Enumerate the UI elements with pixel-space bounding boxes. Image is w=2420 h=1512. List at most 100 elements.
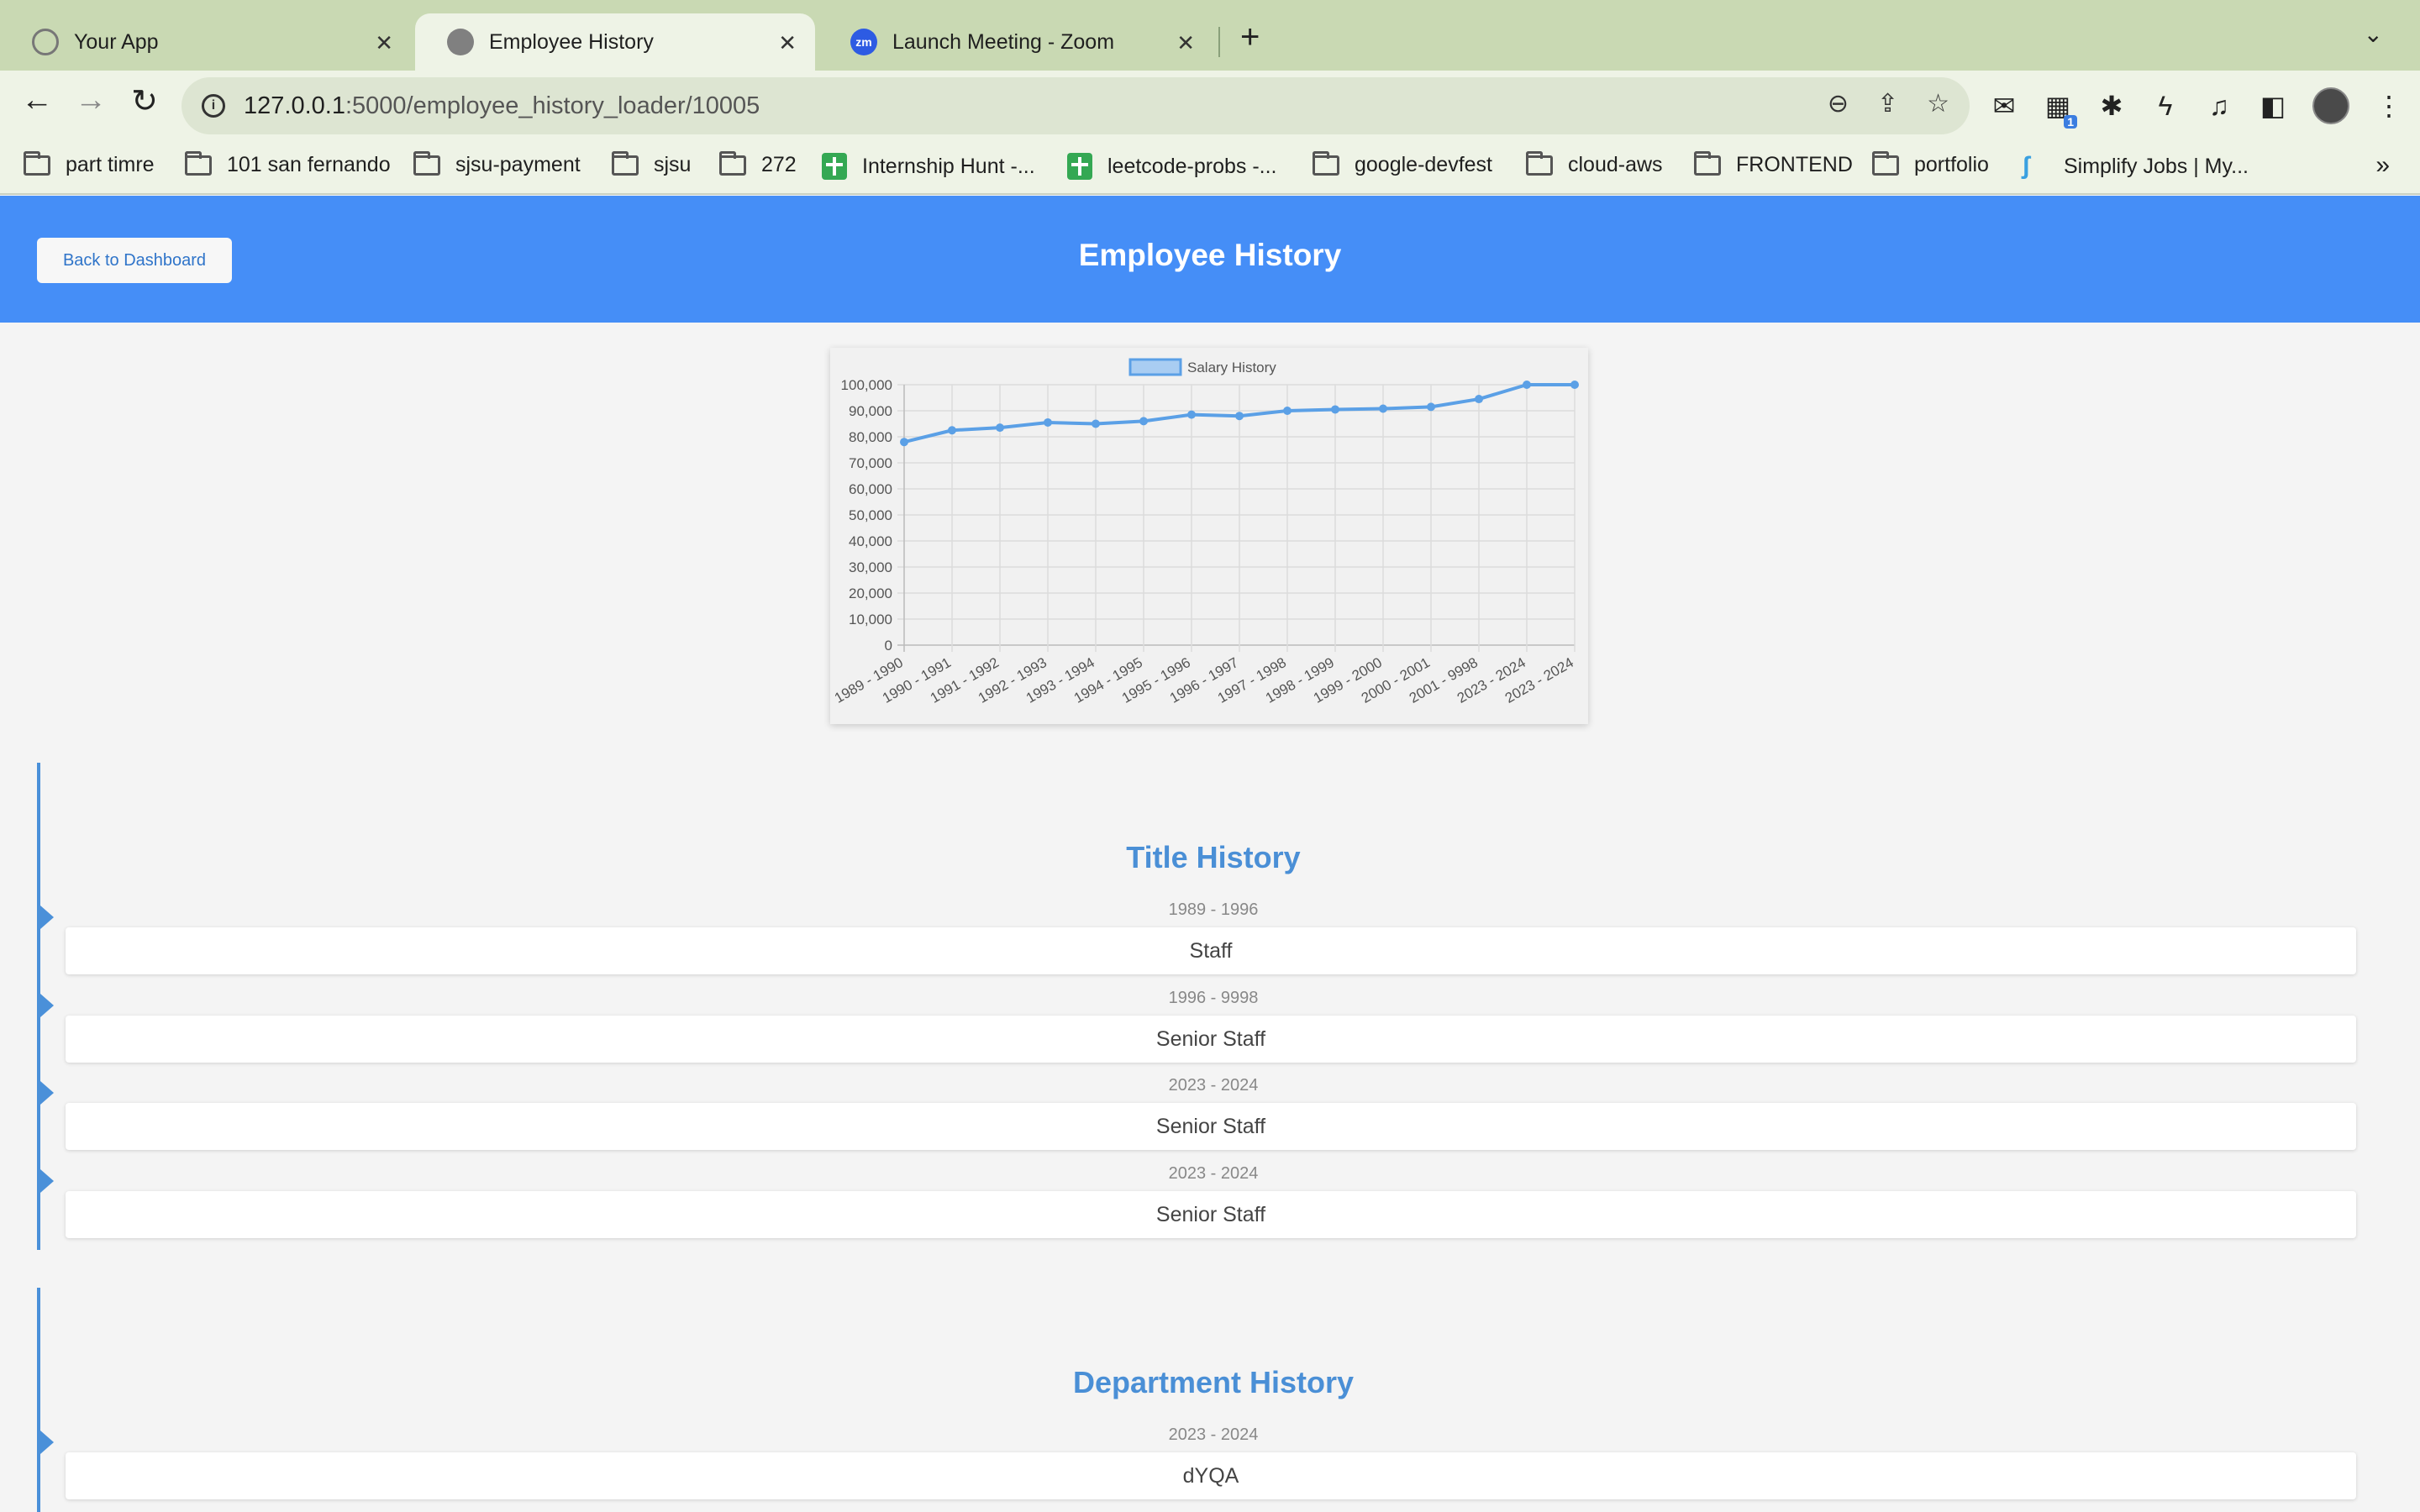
sheets-icon bbox=[1067, 153, 1092, 180]
data-point bbox=[1139, 417, 1148, 426]
timeline-marker bbox=[40, 906, 54, 929]
reload-icon[interactable]: ↻ bbox=[121, 82, 168, 120]
extension-icons: ✉ ▦ 1 ✱ ϟ ♫ ◧ ⋮ bbox=[1990, 87, 2403, 129]
profile-avatar[interactable] bbox=[2312, 87, 2349, 124]
url-path: :5000/employee_history_loader/10005 bbox=[345, 92, 760, 119]
folder-icon bbox=[612, 150, 639, 176]
timeline-marker bbox=[40, 1169, 54, 1193]
bookmark-label: portfolio bbox=[1914, 153, 1989, 176]
timeline-marker bbox=[40, 1431, 54, 1454]
data-point bbox=[1235, 412, 1244, 421]
bookmark-item[interactable]: part timre bbox=[24, 150, 155, 177]
new-tab-plus-icon[interactable]: + bbox=[1240, 18, 1260, 56]
site-info-icon[interactable]: i bbox=[202, 94, 225, 118]
bookmark-item[interactable]: leetcode-probs -... bbox=[1067, 153, 1277, 180]
globe-favicon-icon bbox=[447, 29, 474, 55]
folder-icon bbox=[24, 150, 50, 176]
bookmark-item[interactable]: 101 san fernando bbox=[185, 150, 391, 177]
kebab-menu-icon[interactable]: ⋮ bbox=[2375, 90, 2403, 122]
zoom-out-icon[interactable]: ⊖ bbox=[1828, 89, 1849, 118]
data-point bbox=[1331, 405, 1339, 414]
bookmark-label: leetcode-probs -... bbox=[1107, 154, 1277, 178]
bookmark-item[interactable]: sjsu bbox=[612, 150, 692, 177]
bookmark-item[interactable]: Internship Hunt -... bbox=[822, 153, 1035, 180]
title-history-section: Title History 1989 - 1996 Staff 1996 - 9… bbox=[37, 763, 2390, 1250]
bookmark-item[interactable]: FRONTEND bbox=[1694, 150, 1853, 177]
bookmark-item[interactable]: cloud-aws bbox=[1526, 150, 1663, 177]
back-arrow-icon[interactable]: ← bbox=[13, 82, 60, 118]
bookmark-label: Internship Hunt -... bbox=[862, 154, 1035, 178]
y-tick-label: 50,000 bbox=[849, 507, 892, 523]
y-tick-label: 60,000 bbox=[849, 481, 892, 497]
bookmark-item[interactable]: sjsu-payment bbox=[413, 150, 581, 177]
close-icon[interactable]: ✕ bbox=[778, 30, 797, 56]
data-point bbox=[1187, 410, 1196, 419]
department-history-heading: Department History bbox=[1072, 1365, 1355, 1399]
bookmark-label: google-devfest bbox=[1355, 153, 1493, 176]
forward-arrow-icon[interactable]: → bbox=[67, 82, 114, 118]
mail-icon[interactable]: ✉ bbox=[1990, 90, 2018, 122]
bookmark-item[interactable]: ʃ Simplify Jobs | My... bbox=[2022, 153, 2249, 180]
data-point bbox=[1427, 402, 1435, 412]
tab-your-app[interactable]: Your App ✕ bbox=[0, 13, 412, 71]
extension-badge-icon[interactable]: ▦ 1 bbox=[2044, 90, 2077, 129]
media-controls-icon[interactable]: ♫ bbox=[2205, 91, 2233, 122]
tab-zoom[interactable]: zm Launch Meeting - Zoom ✕ bbox=[818, 13, 1213, 71]
tab-employee-history[interactable]: Employee History ✕ bbox=[415, 13, 815, 71]
entry-dates: 1996 - 9998 bbox=[1168, 989, 1259, 1007]
y-tick-label: 80,000 bbox=[849, 429, 892, 445]
side-panel-icon[interactable]: ◧ bbox=[2259, 90, 2287, 122]
bookmark-item[interactable]: 272 bbox=[719, 150, 797, 177]
salary-chart-card: 0 10,000 20,000 30,000 40,000 50,000 60,000 70,… bbox=[830, 348, 1588, 724]
entry-dates: 1989 - 1996 bbox=[1168, 900, 1259, 919]
bookmark-label: 101 san fernando bbox=[227, 153, 391, 176]
tab-title: Your App bbox=[74, 29, 159, 54]
salary-chart: 0 10,000 20,000 30,000 40,000 50,000 60,000 70,… bbox=[832, 358, 1579, 706]
close-icon[interactable]: ✕ bbox=[1176, 30, 1195, 56]
tab-search-chevron-icon[interactable]: ⌄ bbox=[2364, 20, 2383, 48]
data-point bbox=[996, 423, 1004, 433]
title-entry-card: Senior Staff bbox=[66, 1016, 2356, 1063]
bookmark-label: Simplify Jobs | My... bbox=[2064, 154, 2249, 178]
address-bar[interactable]: i 127.0.0.1:5000/employee_history_loader… bbox=[182, 77, 1970, 134]
y-tick-label: 0 bbox=[885, 638, 892, 654]
page-header: Back to Dashboard Employee History bbox=[0, 196, 2420, 323]
legend-swatch bbox=[1128, 358, 1182, 376]
timeline-marker bbox=[40, 1081, 54, 1105]
bookmark-label: part timre bbox=[66, 153, 155, 176]
share-icon[interactable]: ⇪ bbox=[1877, 89, 1898, 118]
data-point bbox=[1092, 419, 1100, 428]
folder-icon bbox=[1526, 150, 1553, 176]
bookmarks-overflow-icon[interactable]: » bbox=[2375, 151, 2390, 180]
y-tick-label: 100,000 bbox=[841, 377, 892, 393]
bookmark-item[interactable]: portfolio bbox=[1872, 150, 1989, 177]
data-point bbox=[1475, 395, 1483, 404]
folder-icon bbox=[719, 150, 746, 176]
url-text[interactable]: 127.0.0.1:5000/employee_history_loader/1… bbox=[244, 92, 760, 120]
y-tick-label: 70,000 bbox=[849, 455, 892, 471]
department-history-section: Department History 2023 - 2024 dYQA bbox=[37, 1288, 2390, 1512]
puzzle-extensions-icon[interactable]: ✱ bbox=[2097, 90, 2126, 122]
data-point bbox=[948, 426, 956, 435]
page-title: Employee History bbox=[1078, 238, 1342, 272]
bookmark-label: sjsu bbox=[654, 153, 692, 176]
tab-title: Launch Meeting - Zoom bbox=[892, 29, 1115, 54]
y-tick-label: 30,000 bbox=[849, 559, 892, 575]
entry-dates: 2023 - 2024 bbox=[1168, 1425, 1259, 1444]
title-entry-card: Senior Staff bbox=[66, 1191, 2356, 1238]
folder-icon bbox=[1872, 150, 1899, 176]
tab-title: Employee History bbox=[489, 29, 654, 54]
data-point bbox=[1570, 381, 1579, 389]
bookmark-label: cloud-aws bbox=[1568, 153, 1663, 176]
bookmark-item[interactable]: google-devfest bbox=[1313, 150, 1493, 177]
close-icon[interactable]: ✕ bbox=[375, 30, 393, 56]
bookmarks-bar: part timre 101 san fernando sjsu-payment… bbox=[0, 141, 2420, 195]
lightning-icon[interactable]: ϟ bbox=[2151, 91, 2180, 122]
bookmark-star-icon[interactable]: ☆ bbox=[1927, 89, 1949, 118]
sheets-icon bbox=[822, 153, 847, 180]
gear-favicon-icon bbox=[32, 29, 59, 55]
timeline-marker bbox=[40, 994, 54, 1017]
data-point bbox=[1379, 404, 1387, 413]
data-point bbox=[1283, 407, 1292, 415]
page-content: Back to Dashboard Employee History 0 10,0… bbox=[0, 196, 2420, 1512]
